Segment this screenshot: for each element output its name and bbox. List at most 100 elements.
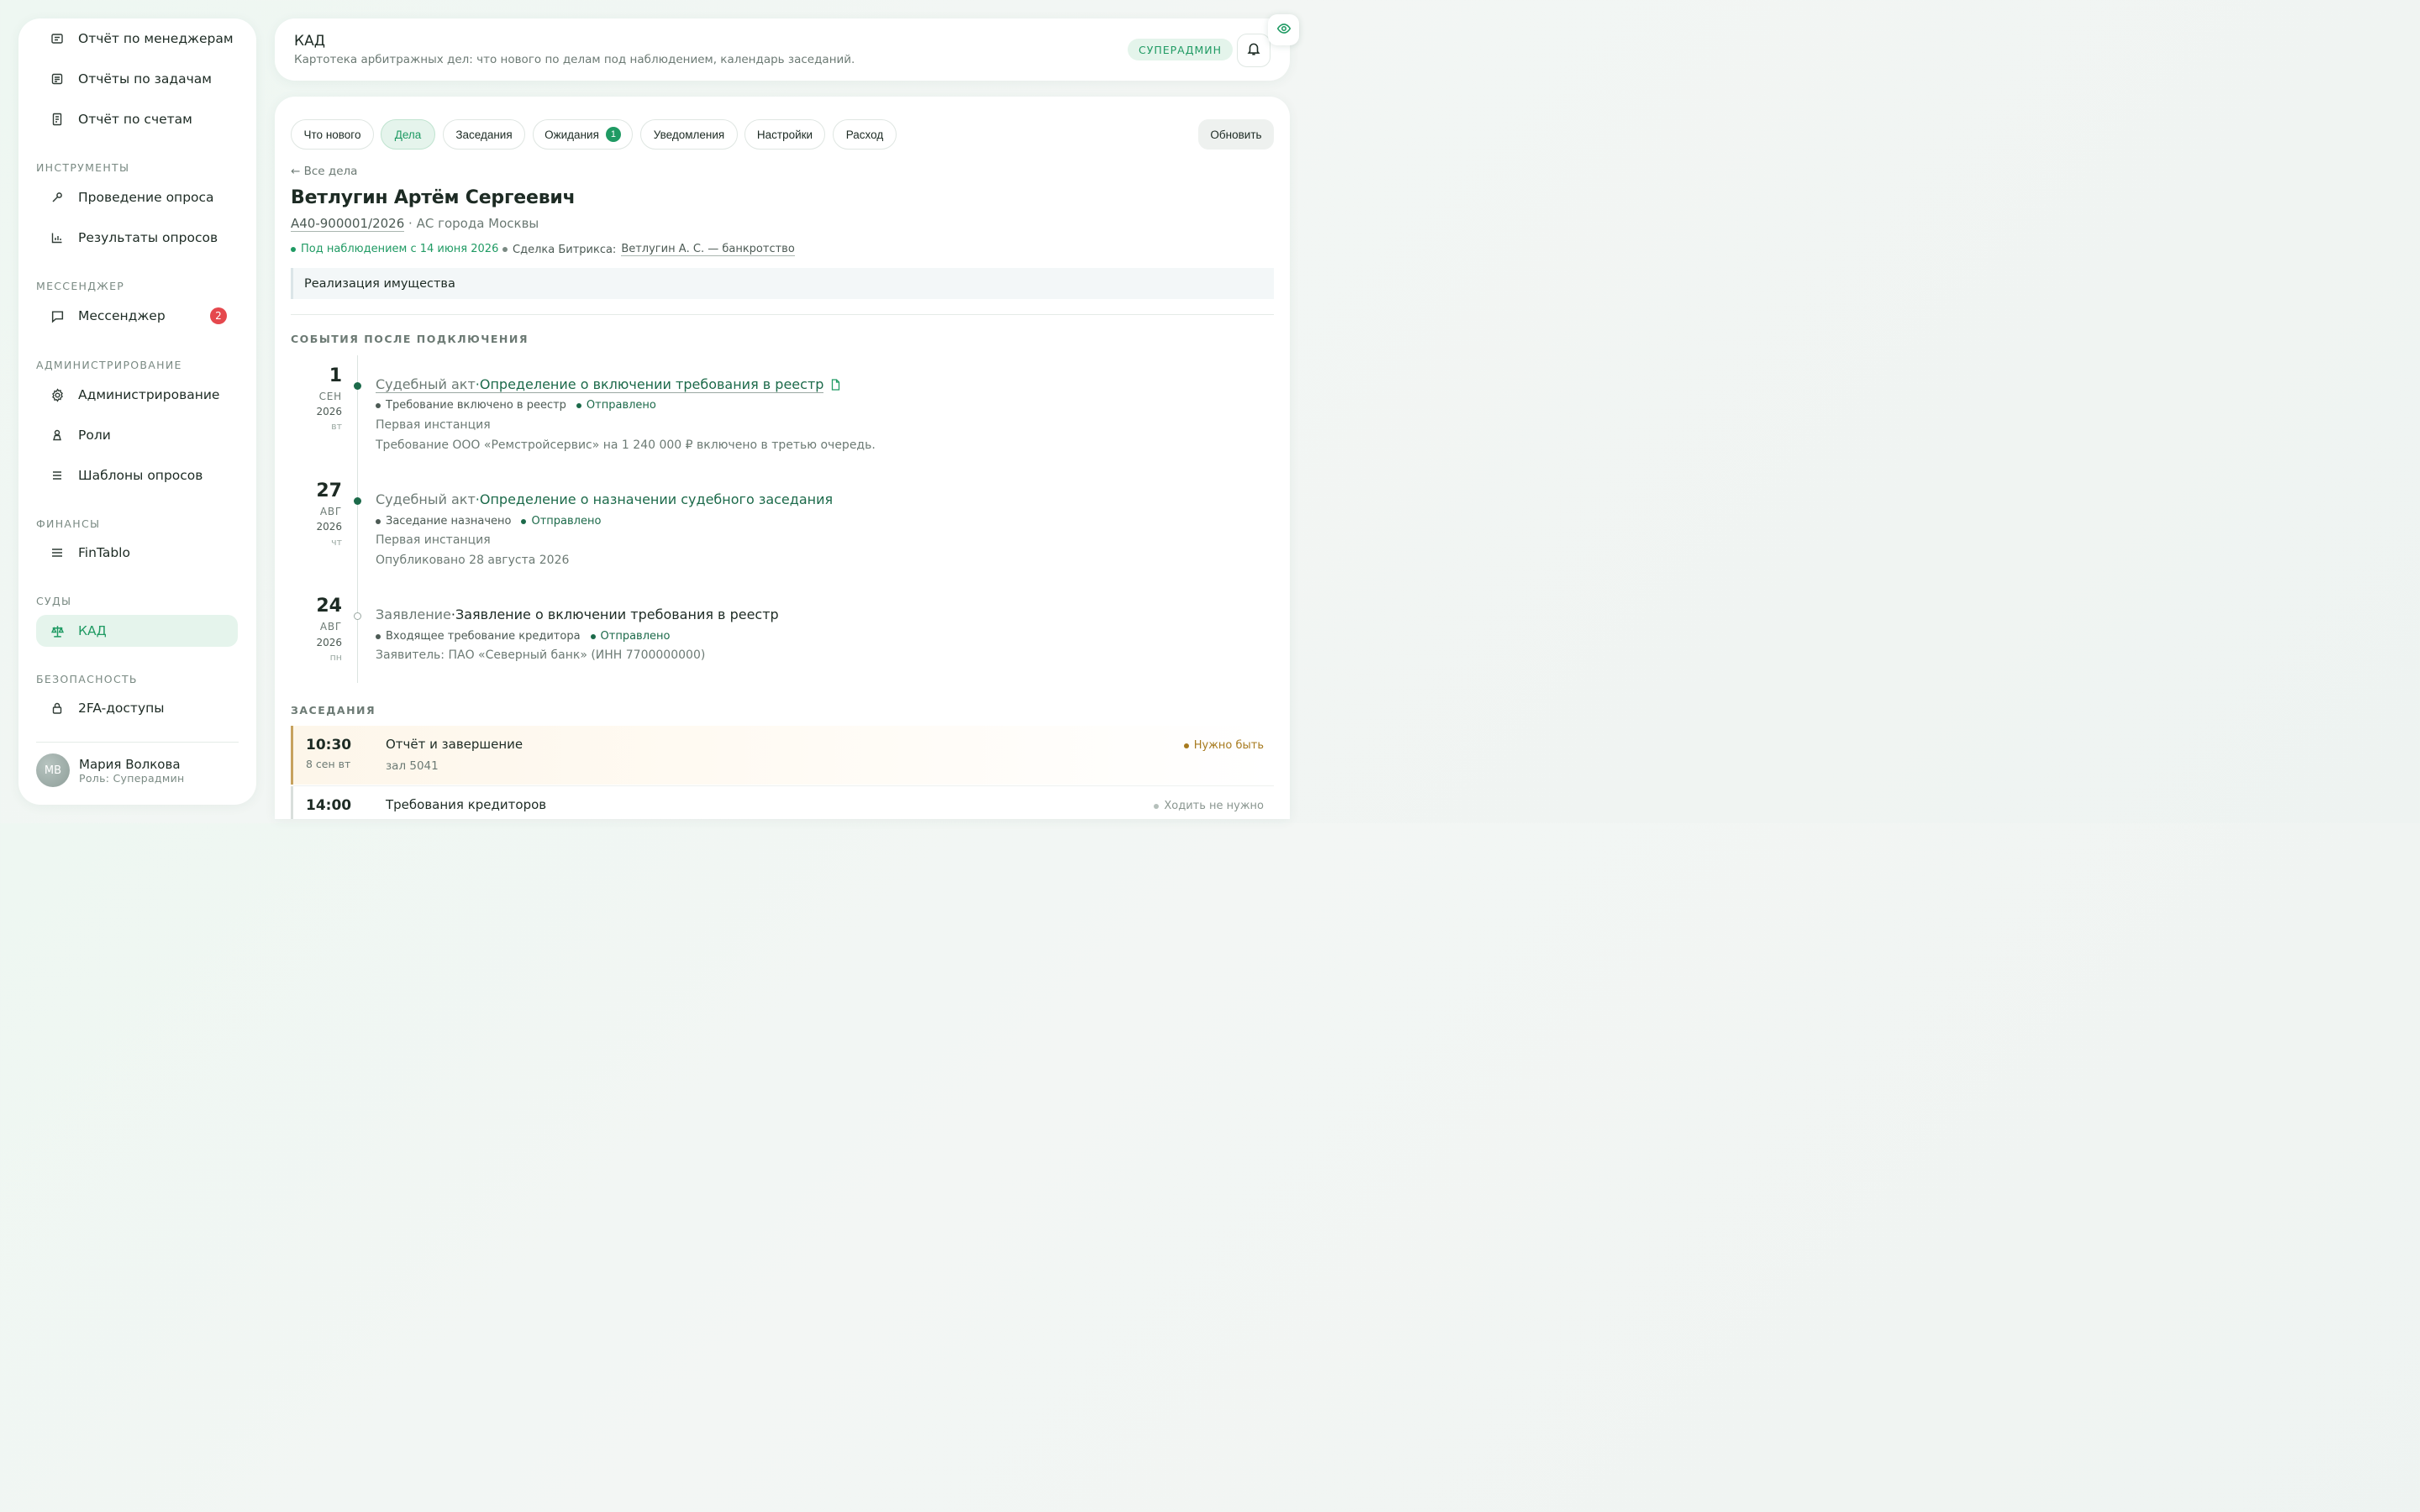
event-kind: Заявление	[376, 606, 451, 622]
sidebar-item-kad[interactable]: КАД	[36, 615, 238, 647]
divider	[36, 742, 239, 743]
sidebar-item-2fa[interactable]: 2FA-доступы	[36, 692, 238, 724]
event-kind: Судебный акт	[376, 491, 476, 507]
sidebar-item-administration[interactable]: Администрирование	[36, 379, 238, 411]
sidebar-item-run-survey[interactable]: Проведение опроса	[36, 181, 238, 213]
tab-settings[interactable]: Настройки	[744, 119, 825, 150]
event-tag: Требование включено в реестр	[386, 399, 566, 412]
case-number-link[interactable]: А40-900001/2026	[291, 216, 405, 232]
chat-icon	[48, 309, 66, 323]
unread-badge: 2	[210, 307, 227, 324]
timeline-dot	[354, 497, 361, 505]
status-dot	[521, 518, 527, 524]
status-dot	[1154, 803, 1160, 809]
event-weekday: чт	[331, 537, 342, 548]
sidebar-item-messenger[interactable]: Мессенджер 2	[36, 300, 238, 332]
sidebar-item-label: Отчёт по счетам	[78, 112, 192, 127]
status-dot	[1183, 743, 1189, 748]
avatar[interactable]: МВ	[36, 753, 70, 787]
deal-link[interactable]: Ветлугин А. С. — банкротство	[621, 243, 795, 256]
hearing-row[interactable]: 10:30 8 сен вт Отчёт и завершение зал 50…	[291, 726, 1274, 785]
hearing-date: 8 сен вт	[306, 758, 351, 770]
case-number-line: А40-900001/2026 · АС города Москвы	[291, 216, 539, 232]
back-to-cases-link[interactable]: ← Все дела	[291, 165, 357, 178]
event-status-text: Отправлено	[531, 515, 602, 528]
court-name: · АС города Москвы	[408, 216, 539, 231]
lock-icon	[48, 701, 66, 715]
event-instance: Первая инстанция	[376, 533, 491, 547]
event-tags: Требование включено в реестр Отправлено	[376, 399, 656, 412]
section-courts: СУДЫ	[36, 595, 72, 607]
hearing-time: 14:00	[306, 797, 352, 814]
sidebar-item-survey-templates[interactable]: Шаблоны опросов	[36, 459, 238, 491]
gear-icon	[48, 387, 66, 402]
section-security: БЕЗОПАСНОСТЬ	[36, 673, 138, 685]
hearing-status: Ходить не нужно	[1154, 800, 1264, 812]
hearing-status-text: Ходить не нужно	[1164, 800, 1264, 812]
tag-dot	[376, 518, 381, 524]
sidebar: Отчёт по менеджерам Отчёты по задачам От…	[18, 18, 256, 805]
case-stage: Реализация имущества	[291, 268, 1274, 299]
sidebar-item-managers-report[interactable]: Отчёт по менеджерам	[36, 23, 238, 55]
event-month: СЕН	[318, 391, 342, 402]
event-title[interactable]: Судебный акт · Определение о назначении …	[376, 491, 833, 507]
tab-whats-new[interactable]: Что нового	[291, 119, 374, 150]
hearing-title: Отчёт и завершение	[386, 737, 523, 752]
event-status-text: Отправлено	[586, 399, 656, 412]
main-content: Что нового Дела Заседания Ожидания 1 Уве…	[275, 97, 1290, 819]
bitrix-deal: Сделка Битрикса: Ветлугин А. С. — банкро…	[502, 243, 795, 256]
event-year: 2026	[316, 521, 342, 533]
sidebar-item-roles[interactable]: Роли	[36, 419, 238, 451]
tab-expenses[interactable]: Расход	[833, 119, 897, 150]
hearing-room: зал 5041	[386, 759, 439, 773]
sidebar-item-label: FinTablo	[78, 545, 130, 560]
page-subtitle: Картотека арбитражных дел: что нового по…	[294, 53, 855, 66]
status-dot	[502, 247, 508, 252]
notifications-button[interactable]	[1237, 34, 1270, 67]
tab-label: Ожидания	[544, 128, 599, 141]
event-title-link[interactable]: Судебный акт · Определение о включении т…	[376, 376, 841, 393]
document-icon	[830, 379, 841, 391]
tab-cases[interactable]: Дела	[381, 119, 435, 150]
deal-label: Сделка Битрикса:	[513, 243, 617, 256]
hearing-row[interactable]: 14:00 Требования кредиторов Ходить не ну…	[291, 786, 1274, 819]
event-kind: Судебный акт	[376, 376, 476, 393]
sidebar-item-label: Отчёты по задачам	[78, 71, 212, 87]
sidebar-item-tasks-report[interactable]: Отчёты по задачам	[36, 63, 238, 95]
person-icon	[48, 428, 66, 442]
section-finance: ФИНАНСЫ	[36, 517, 101, 530]
user-role: Роль: Суперадмин	[79, 772, 185, 785]
hearing-status: Нужно быть	[1183, 739, 1264, 752]
divider	[291, 314, 1274, 315]
tag-dot	[376, 633, 381, 639]
event-status: Отправлено	[521, 515, 601, 528]
report-icon	[48, 32, 66, 45]
event-day: 27	[316, 480, 342, 501]
visibility-toggle-button[interactable]	[1268, 14, 1299, 45]
section-messenger: МЕССЕНДЖЕР	[36, 280, 125, 292]
menu-lines-icon	[48, 546, 66, 559]
event-month: АВГ	[319, 621, 342, 633]
watch-status: Под наблюдением с 14 июня 2026	[291, 243, 498, 255]
tab-waiting[interactable]: Ожидания 1	[533, 119, 633, 150]
watch-status-text: Под наблюдением с 14 июня 2026	[301, 243, 499, 255]
user-name: Мария Волкова	[79, 757, 181, 772]
bar-chart-icon	[48, 231, 66, 244]
tab-hearings[interactable]: Заседания	[443, 119, 525, 150]
sidebar-item-label: Результаты опросов	[78, 230, 218, 245]
eye-icon	[1276, 21, 1292, 39]
refresh-button[interactable]: Обновить	[1198, 119, 1274, 150]
hearing-title: Требования кредиторов	[386, 797, 547, 812]
bell-icon	[1246, 41, 1261, 60]
status-dot	[590, 633, 596, 639]
event-title[interactable]: Заявление · Заявление о включении требов…	[376, 606, 779, 622]
sidebar-item-label: 2FA-доступы	[78, 701, 165, 716]
event-day: 24	[316, 596, 342, 617]
event-title-text: Заявление о включении требования в реест…	[455, 606, 779, 622]
sidebar-item-survey-results[interactable]: Результаты опросов	[36, 222, 238, 254]
sidebar-item-fintablo[interactable]: FinTablo	[36, 537, 238, 569]
event-tag: Заседание назначено	[386, 515, 512, 528]
scales-icon	[48, 624, 66, 638]
tab-notifications[interactable]: Уведомления	[640, 119, 738, 150]
sidebar-item-invoices-report[interactable]: Отчёт по счетам	[36, 103, 238, 135]
